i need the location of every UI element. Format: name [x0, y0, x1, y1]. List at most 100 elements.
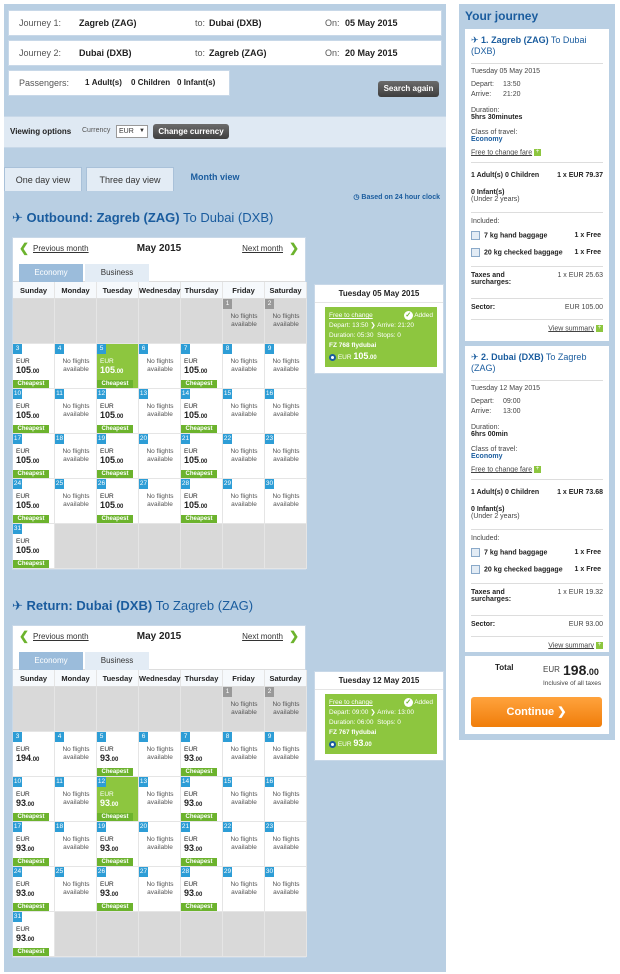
day-number: 31	[13, 912, 22, 922]
flight-option[interactable]: Free to change ✓ Added Depart: 09:00 ❯ Arr…	[325, 694, 437, 754]
chevron-right-icon[interactable]: ❯	[289, 629, 299, 643]
no-flights-text: No flights available	[272, 493, 300, 508]
leg-detail-row: Taxes and surcharges:	[471, 272, 531, 286]
calendar-cell-empty	[55, 687, 97, 732]
calendar-day[interactable]: 3 EUR 194.00	[13, 732, 55, 777]
calendar-day: 30 No flights available	[265, 479, 307, 524]
cheapest-badge: Cheapest	[97, 858, 133, 866]
journey1-row[interactable]: Journey 1: Zagreb (ZAG) to: Dubai (DXB) …	[8, 10, 442, 36]
cheapest-badge: Cheapest	[181, 470, 217, 478]
calendar-day[interactable]: 21 EUR 93.00 Cheapest	[181, 822, 223, 867]
calendar-cell-empty	[55, 912, 97, 957]
day-number: 17	[13, 822, 22, 832]
journey2-label: Journey 2:	[19, 48, 62, 58]
day-number: 2	[265, 299, 274, 309]
calendar-day[interactable]: 28 EUR 105.00 Cheapest	[181, 479, 223, 524]
calendar-cell-empty	[13, 687, 55, 732]
no-flights-text: No flights available	[62, 403, 90, 418]
change-currency-button[interactable]: Change currency	[153, 124, 229, 139]
no-flights-text: No flights available	[62, 358, 90, 373]
infant-subtext: (Under 2 years)	[471, 196, 520, 203]
tab-economy[interactable]: Economy	[19, 652, 83, 670]
calendar-day: 30 No flights available	[265, 867, 307, 912]
total-currency: EUR	[543, 665, 560, 674]
search-again-button[interactable]: Search again	[378, 81, 439, 97]
calendar-day[interactable]: 14 EUR 105.00 Cheapest	[181, 389, 223, 434]
tab-business[interactable]: Business	[85, 264, 149, 282]
calendar-day[interactable]: 3 EUR 105.00 Cheapest	[13, 344, 55, 389]
currency-select[interactable]: EUR ▼	[116, 125, 148, 138]
day-number: 28	[181, 867, 190, 877]
tab-month[interactable]: Month view	[176, 161, 254, 191]
calendar-day: 6 No flights available	[139, 732, 181, 777]
view-summary-link[interactable]: View summary	[548, 642, 594, 649]
free-to-change-fare-link[interactable]: Free to change fare	[471, 466, 532, 473]
weekday-header: Sunday	[13, 282, 55, 299]
calendar-day[interactable]: 19 EUR 93.00 Cheapest	[97, 822, 139, 867]
leg-detail-row: Duration: 5hrs 30minutes	[471, 107, 522, 121]
return-title: ✈ Return: Dubai (DXB) To Zagreb (ZAG)	[12, 598, 254, 613]
day-number: 7	[181, 344, 190, 354]
next-month-link[interactable]: Next month	[242, 244, 283, 253]
chevron-right-icon[interactable]: ❯	[289, 241, 299, 255]
calendar-day: 1 No flights available	[223, 687, 265, 732]
checked-baggage: 20 kg checked baggage	[484, 249, 563, 257]
outbound-day-summary: Tuesday 05 May 2015 Free to change ✓ Added…	[314, 284, 444, 374]
calendar-day[interactable]: 5 EUR 93.00 Cheapest	[97, 732, 139, 777]
calendar-day[interactable]: 10 EUR 105.00 Cheapest	[13, 389, 55, 434]
day-price: EUR 93.00	[16, 791, 35, 808]
free-to-change-link[interactable]: Free to change	[329, 699, 373, 706]
day-number: 14	[181, 389, 190, 399]
radio-selected[interactable]	[329, 740, 336, 748]
calendar-day[interactable]: 24 EUR 93.00 Cheapest	[13, 867, 55, 912]
passenger-price: 1 x EUR 73.68	[557, 489, 603, 496]
leg-detail-row: 1 x Free	[575, 249, 601, 256]
passengers-row[interactable]: Passengers: 1 Adult(s) 0 Children 0 Infa…	[8, 70, 230, 96]
calendar-day[interactable]: 14 EUR 93.00 Cheapest	[181, 777, 223, 822]
calendar-day[interactable]: 31 EUR 105.00 Cheapest	[13, 524, 55, 569]
calendar-day[interactable]: 28 EUR 93.00 Cheapest	[181, 867, 223, 912]
next-month-link[interactable]: Next month	[242, 632, 283, 641]
cheapest-badge: Cheapest	[181, 425, 217, 433]
leg-detail-row: Arrive: 13:00	[471, 408, 591, 415]
tab-business[interactable]: Business	[85, 652, 149, 670]
flight-option[interactable]: Free to change ✓ Added Depart: 13:50 ❯ Arr…	[325, 307, 437, 367]
free-to-change-fare-link[interactable]: Free to change fare	[471, 149, 532, 156]
calendar-day[interactable]: 26 EUR 93.00 Cheapest	[97, 867, 139, 912]
selected-date: Tuesday 12 May 2015	[315, 672, 443, 690]
journey2-row[interactable]: Journey 2: Dubai (DXB) to: Zagreb (ZAG) …	[8, 40, 442, 66]
weekday-header: Friday	[223, 282, 265, 299]
calendar-day[interactable]: 26 EUR 105.00 Cheapest	[97, 479, 139, 524]
day-number: 22	[223, 434, 232, 444]
calendar-day[interactable]: 24 EUR 105.00 Cheapest	[13, 479, 55, 524]
infants-count: 0	[177, 78, 182, 87]
class-label: Class of travel:	[471, 129, 518, 136]
no-flights-text: No flights available	[272, 791, 300, 806]
calendar-day[interactable]: 10 EUR 93.00 Cheapest	[13, 777, 55, 822]
continue-button[interactable]: Continue ❯	[471, 697, 602, 727]
calendar-day[interactable]: 7 EUR 105.00 Cheapest	[181, 344, 223, 389]
view-summary-link[interactable]: View summary	[548, 325, 594, 332]
radio-selected[interactable]	[329, 353, 336, 361]
calendar-day[interactable]: 19 EUR 105.00 Cheapest	[97, 434, 139, 479]
tab-three-day[interactable]: Three day view	[86, 167, 174, 191]
calendar-day[interactable]: 12 EUR 105.00 Cheapest	[97, 389, 139, 434]
calendar-day[interactable]: 5 EUR 105.00 Cheapest	[97, 344, 139, 389]
calendar-day[interactable]: 12 EUR 93.00 Cheapest	[97, 777, 139, 822]
free-to-change-link[interactable]: Free to change	[329, 312, 373, 319]
calendar-day[interactable]: 17 EUR 93.00 Cheapest	[13, 822, 55, 867]
calendar-day[interactable]: 31 EUR 93.00 Cheapest	[13, 912, 55, 957]
calendar-day: 1 No flights available	[223, 299, 265, 344]
infants-label: Infant(s)	[183, 78, 216, 87]
calendar-day[interactable]: 7 EUR 93.00 Cheapest	[181, 732, 223, 777]
taxes-value: 1 x EUR 25.63	[557, 272, 603, 279]
calendar-day[interactable]: 21 EUR 105.00 Cheapest	[181, 434, 223, 479]
day-price: EUR 93.00	[184, 836, 203, 853]
calendar-cell-empty	[55, 524, 97, 569]
tab-economy[interactable]: Economy	[19, 264, 83, 282]
day-price: EUR 105.00	[100, 403, 124, 420]
passenger-counts: 1 Adult(s) 0 Children	[471, 172, 540, 179]
tab-one-day[interactable]: One day view	[4, 167, 82, 191]
plane-icon: ✈	[471, 352, 482, 362]
calendar-day[interactable]: 17 EUR 105.00 Cheapest	[13, 434, 55, 479]
